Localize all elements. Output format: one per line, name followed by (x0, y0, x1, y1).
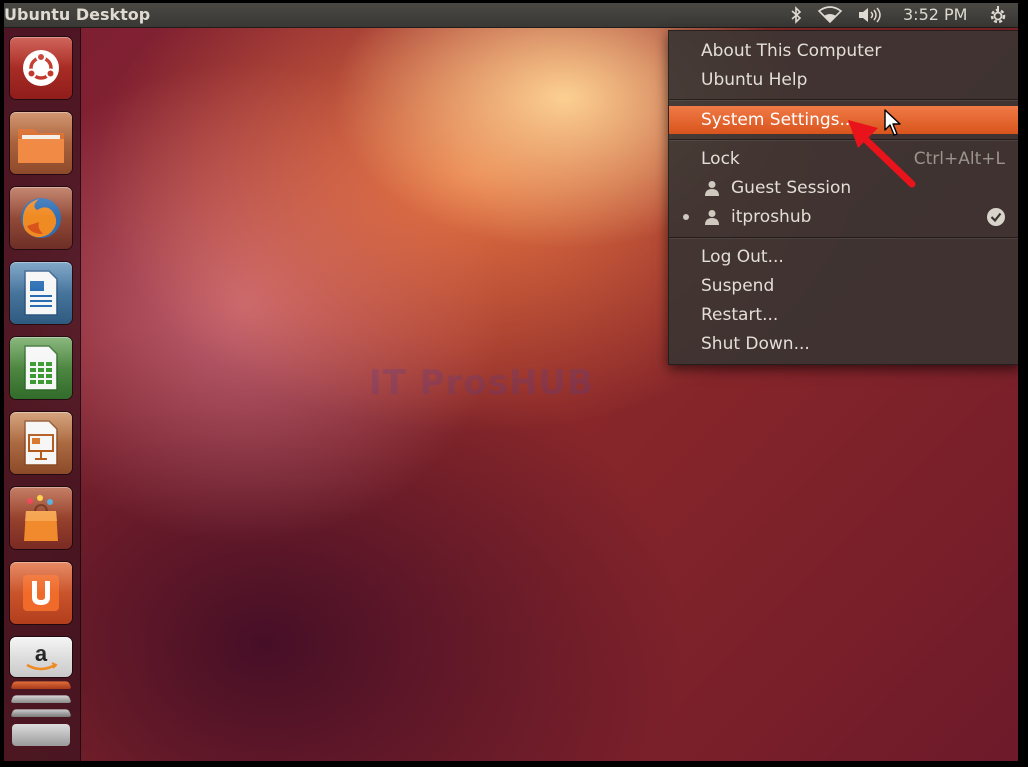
session-gear-icon[interactable] (986, 5, 1010, 25)
ubuntu-one-icon (23, 575, 59, 611)
menu-item-user-itproshub[interactable]: itproshub (669, 203, 1018, 231)
active-user-dot (683, 214, 689, 220)
bluetooth-icon[interactable] (787, 5, 805, 25)
launcher-folded-tile[interactable] (10, 695, 72, 704)
session-menu: About This Computer Ubuntu Help System S… (668, 30, 1018, 365)
check-icon (987, 208, 1005, 226)
menu-item-shut-down[interactable]: Shut Down... (669, 330, 1018, 358)
menu-item-help[interactable]: Ubuntu Help (669, 66, 1018, 94)
user-icon (705, 181, 719, 196)
mouse-pointer-icon (884, 109, 901, 136)
top-panel: Ubuntu Desktop 3:52 PM (4, 3, 1018, 28)
red-arrow-icon (848, 120, 916, 188)
launcher-item-software-center[interactable] (10, 487, 72, 549)
menu-item-label: Guest Session (731, 178, 852, 198)
menu-item-label: Restart... (701, 305, 779, 325)
menu-item-label: Suspend (701, 276, 775, 296)
writer-document-icon (24, 270, 58, 316)
launcher-item-libreoffice-impress[interactable] (10, 412, 72, 474)
menu-item-label: itproshub (731, 207, 812, 227)
folder-icon (18, 129, 64, 163)
trash-icon[interactable] (12, 724, 70, 746)
menu-item-suspend[interactable]: Suspend (669, 272, 1018, 300)
shopping-bag-icon (24, 495, 58, 541)
launcher-item-libreoffice-calc[interactable] (10, 337, 72, 399)
impress-presentation-icon (24, 420, 58, 466)
menu-item-label: Log Out... (701, 247, 784, 267)
launcher-item-amazon[interactable]: a (10, 637, 72, 677)
menu-item-label: About This Computer (701, 41, 882, 61)
firefox-icon (21, 198, 61, 238)
launcher-item-files[interactable] (10, 112, 72, 174)
menu-item-label: Ubuntu Help (701, 70, 808, 90)
watermark-text: IT ProsHUB (369, 363, 594, 403)
menu-item-label: Lock (701, 149, 740, 169)
launcher-item-dash-home[interactable] (10, 37, 72, 99)
wifi-icon[interactable] (816, 5, 844, 25)
svg-text:a: a (35, 641, 48, 666)
desktop[interactable]: IT ProsHUB Ubuntu Desktop 3:52 PM a Abou… (4, 3, 1018, 761)
ubuntu-logo-icon (23, 50, 59, 86)
amazon-icon: a (26, 641, 58, 671)
menu-item-label: System Settings... (701, 110, 856, 130)
panel-title: Ubuntu Desktop (4, 5, 151, 24)
user-icon (705, 210, 719, 225)
launcher-item-libreoffice-writer[interactable] (10, 262, 72, 324)
launcher-folded-tile[interactable] (10, 681, 72, 690)
menu-item-about[interactable]: About This Computer (669, 37, 1018, 65)
menu-item-restart[interactable]: Restart... (669, 301, 1018, 329)
menu-item-label: Shut Down... (701, 334, 810, 354)
menu-separator (669, 237, 1018, 238)
clock[interactable]: 3:52 PM (903, 5, 967, 24)
launcher-item-ubuntu-one[interactable] (10, 562, 72, 624)
menu-separator (669, 99, 1018, 100)
calc-spreadsheet-icon (24, 345, 58, 391)
launcher-folded-tile[interactable] (10, 709, 72, 718)
launcher: a (4, 28, 81, 761)
lock-shortcut: Ctrl+Alt+L (913, 149, 1005, 169)
launcher-item-firefox[interactable] (10, 187, 72, 249)
volume-icon[interactable] (856, 5, 886, 25)
menu-item-log-out[interactable]: Log Out... (669, 243, 1018, 271)
